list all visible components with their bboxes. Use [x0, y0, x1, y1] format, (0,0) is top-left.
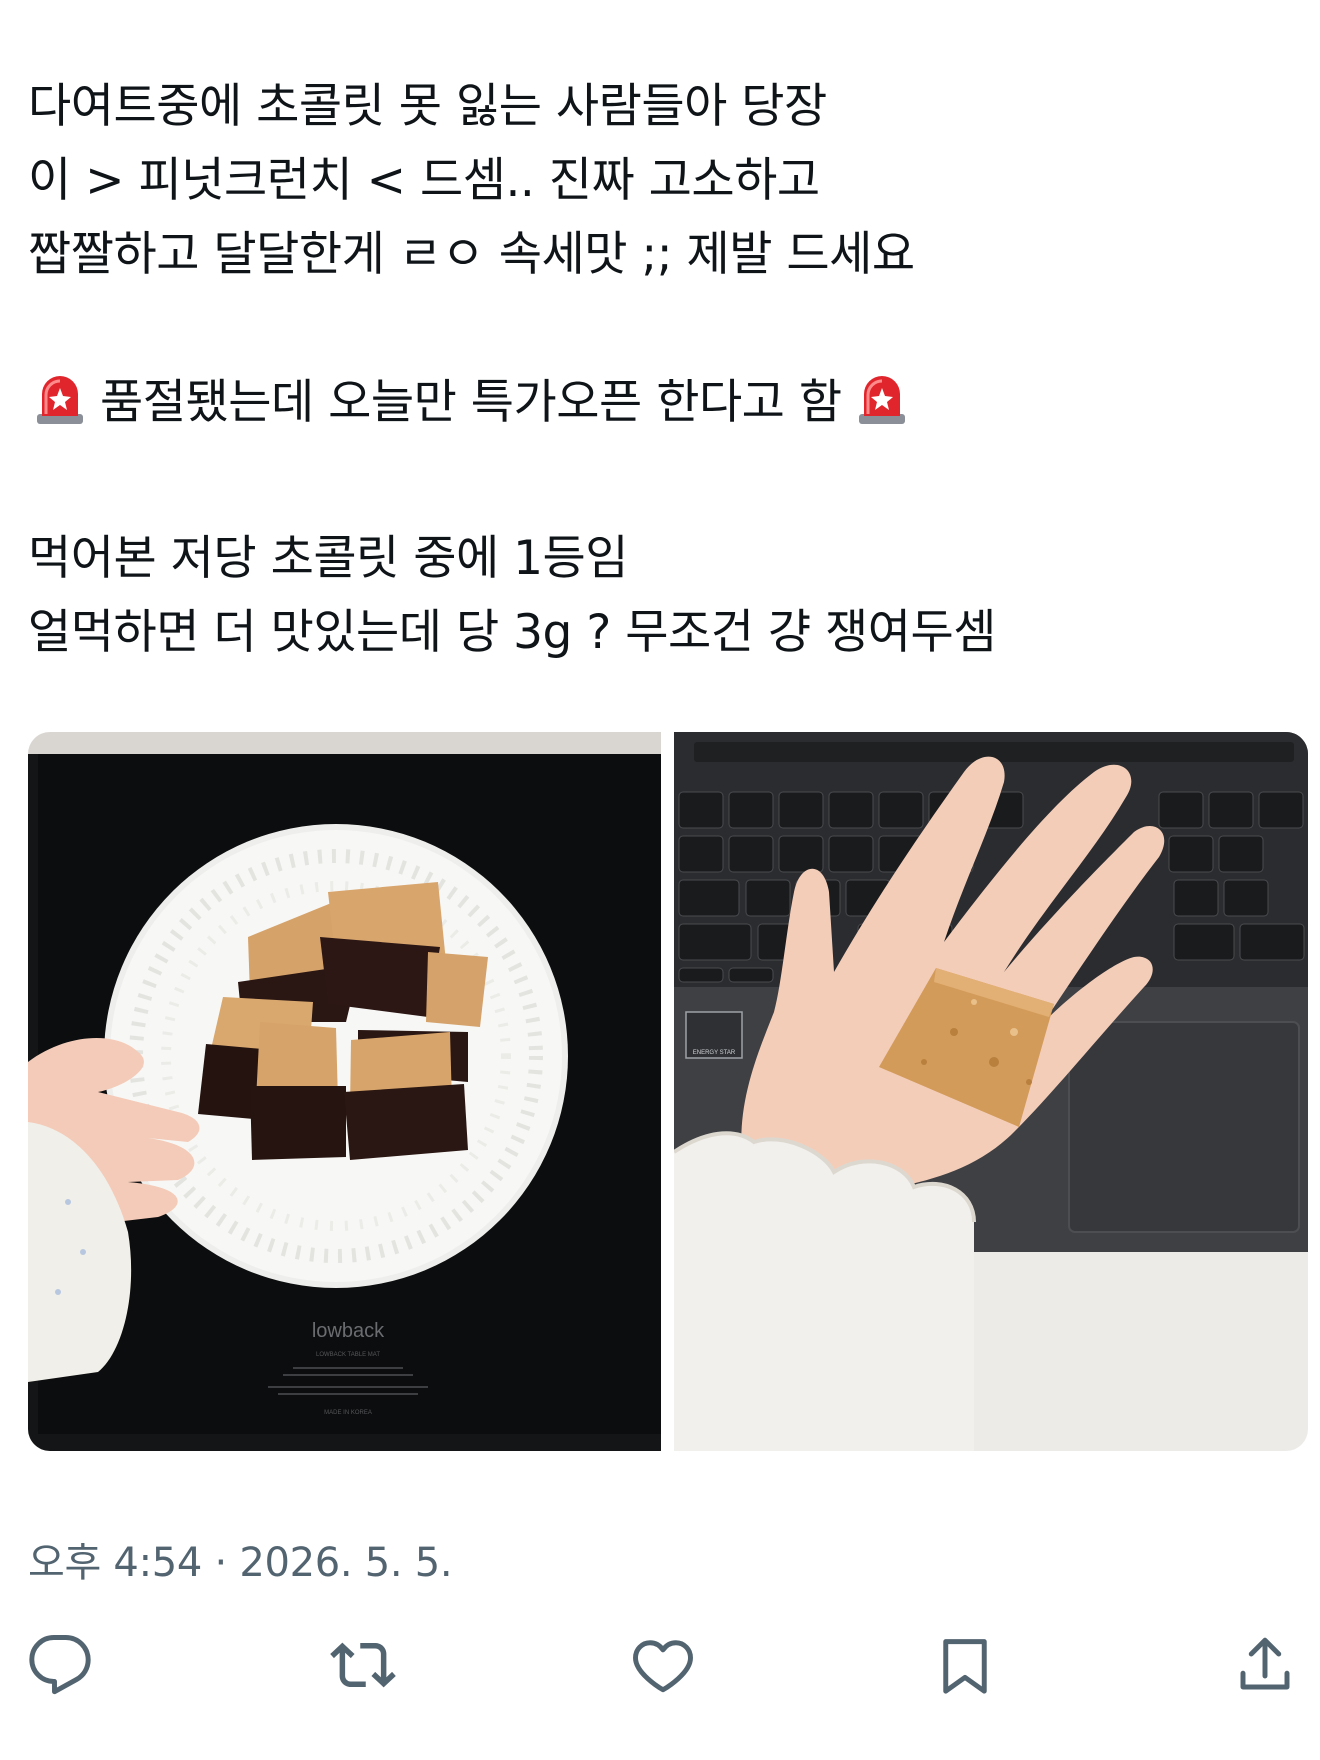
police-light-siren-icon	[34, 370, 86, 448]
like-button[interactable]	[623, 1625, 703, 1705]
reply-icon	[29, 1635, 91, 1695]
retweet-icon	[330, 1642, 396, 1688]
tweet-line-3: 짭짤하고 달달한게 ㄹㅇ 속세맛 ;; 제발 드세요	[28, 227, 915, 282]
tweet-line-5: 먹어본 저당 초콜릿 중에 1등임	[28, 531, 629, 586]
retweet-button[interactable]	[323, 1625, 403, 1705]
tweet-line-4: 품절됐는데 오늘만 특가오픈 한다고 함	[28, 366, 1288, 448]
reply-button[interactable]	[20, 1625, 100, 1705]
bookmark-button[interactable]	[925, 1625, 1005, 1705]
share-icon	[1240, 1637, 1290, 1690]
tweet-time: 오후 4:54	[28, 1540, 203, 1586]
tweet-line-2: 이 > 피넛크런치 < 드셈.. 진짜 고소하고	[28, 153, 820, 208]
mat-sub-text: LOWBACK TABLE MAT	[316, 1352, 380, 1358]
tweet-media: lowback LOWBACK TABLE MAT MADE IN KOREA	[28, 732, 1308, 1451]
media-photo-right[interactable]: ENERGY STAR	[674, 732, 1308, 1451]
tweet-timestamp[interactable]: 오후 4:54 · 2026. 5. 5.	[28, 1530, 453, 1588]
tweet-date: 2026. 5. 5.	[239, 1540, 453, 1586]
tweet-line-4-text: 품절됐는데 오늘만 특가오픈 한다고 함	[100, 375, 842, 430]
tweet-timestamp-separator: ·	[214, 1540, 227, 1586]
like-icon	[633, 1640, 693, 1693]
media-photo-left[interactable]: lowback LOWBACK TABLE MAT MADE IN KOREA	[28, 732, 661, 1451]
hand-photo-image: ENERGY STAR	[674, 732, 1308, 1451]
plate-photo-image: lowback LOWBACK TABLE MAT MADE IN KOREA	[28, 732, 661, 1451]
tweet-text: 다여트중에 초콜릿 못 잃는 사람들아 당장 이 > 피넛크런치 < 드셈.. …	[28, 70, 1288, 670]
police-light-siren-icon	[856, 370, 908, 448]
tweet-action-bar	[0, 1625, 1320, 1705]
bookmark-icon	[943, 1639, 987, 1694]
share-button[interactable]	[1225, 1625, 1305, 1705]
energy-star-label: ENERGY STAR	[693, 1050, 736, 1056]
tweet-line-6: 얼먹하면 더 맛있는데 당 3g ? 무조건 걍 쟁여두셈	[28, 605, 997, 660]
mat-madein-text: MADE IN KOREA	[324, 1410, 372, 1416]
mat-brand-text: lowback	[312, 1320, 385, 1342]
tweet-line-1: 다여트중에 초콜릿 못 잃는 사람들아 당장	[28, 79, 827, 134]
